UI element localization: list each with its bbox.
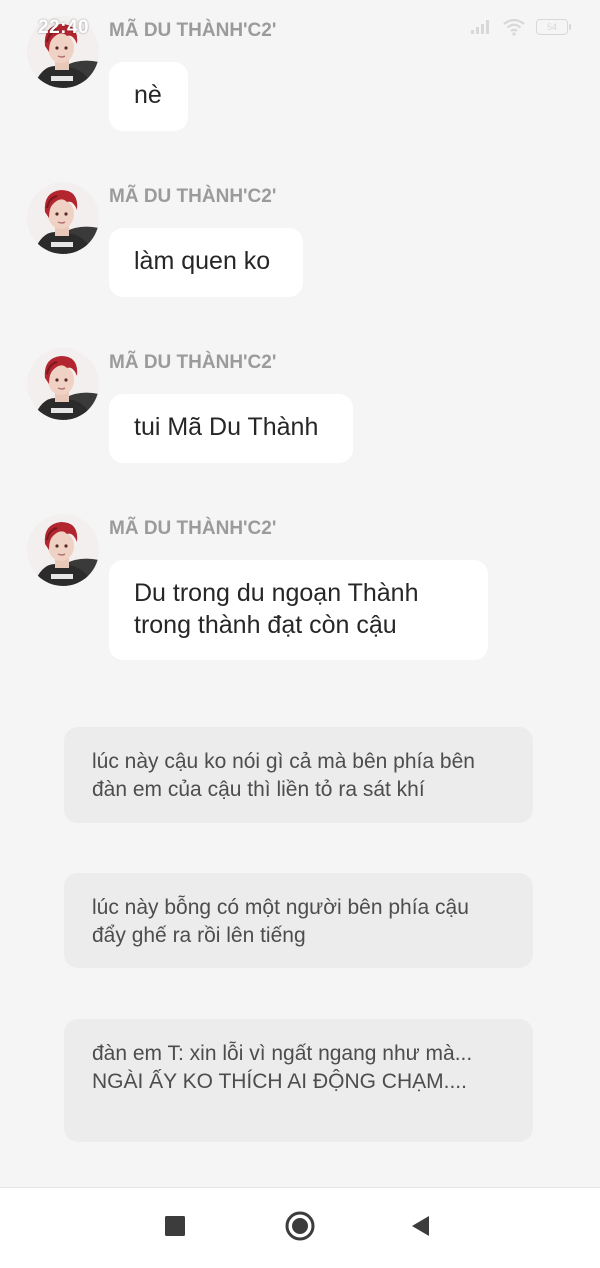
message-bubble[interactable]: nè [109,62,188,131]
sender-name: MÃ DU THÀNH'C2' [109,518,277,539]
message-text: làm quen ko [134,247,271,275]
battery-level: 54 [546,22,557,32]
square-icon [164,1215,186,1242]
sender-name: MÃ DU THÀNH'C2' [109,186,277,207]
message-text: Du trong du ngoạn Thành trong thành đạt … [134,579,419,639]
narration-box: lúc này cậu ko nói gì cả mà bên phía bên… [64,727,533,823]
triangle-back-icon [409,1214,433,1243]
message-text: tui Mã Du Thành [134,413,319,441]
narration-text: đàn em T: xin lỗi vì ngất ngang như mà..… [92,1042,473,1093]
navigation-bar [0,1187,600,1268]
message-text: nè [134,81,162,109]
recents-button[interactable] [159,1212,191,1244]
circle-icon [284,1210,316,1247]
avatar[interactable] [27,348,99,420]
avatar[interactable] [27,514,99,586]
narration-box: lúc này bỗng có một người bên phía cậu đ… [64,873,533,968]
message-bubble[interactable]: làm quen ko [109,228,303,297]
signal-icon [470,19,492,35]
narration-box: đàn em T: xin lỗi vì ngất ngang như mà..… [64,1019,533,1142]
battery-icon: 54 [536,19,571,35]
narration-text: lúc này cậu ko nói gì cả mà bên phía bên… [92,750,475,801]
home-button[interactable] [284,1210,316,1247]
status-time: 22:40 [38,17,90,38]
status-icons: 54 [470,18,571,36]
message-bubble[interactable]: tui Mã Du Thành [109,394,353,463]
sender-name: MÃ DU THÀNH'C2' [109,352,277,373]
sender-name: MÃ DU THÀNH'C2' [109,20,277,41]
avatar[interactable] [27,182,99,254]
back-button[interactable] [405,1212,437,1244]
wifi-icon [502,18,526,36]
message-bubble[interactable]: Du trong du ngoạn Thành trong thành đạt … [109,560,488,660]
narration-text: lúc này bỗng có một người bên phía cậu đ… [92,896,469,947]
